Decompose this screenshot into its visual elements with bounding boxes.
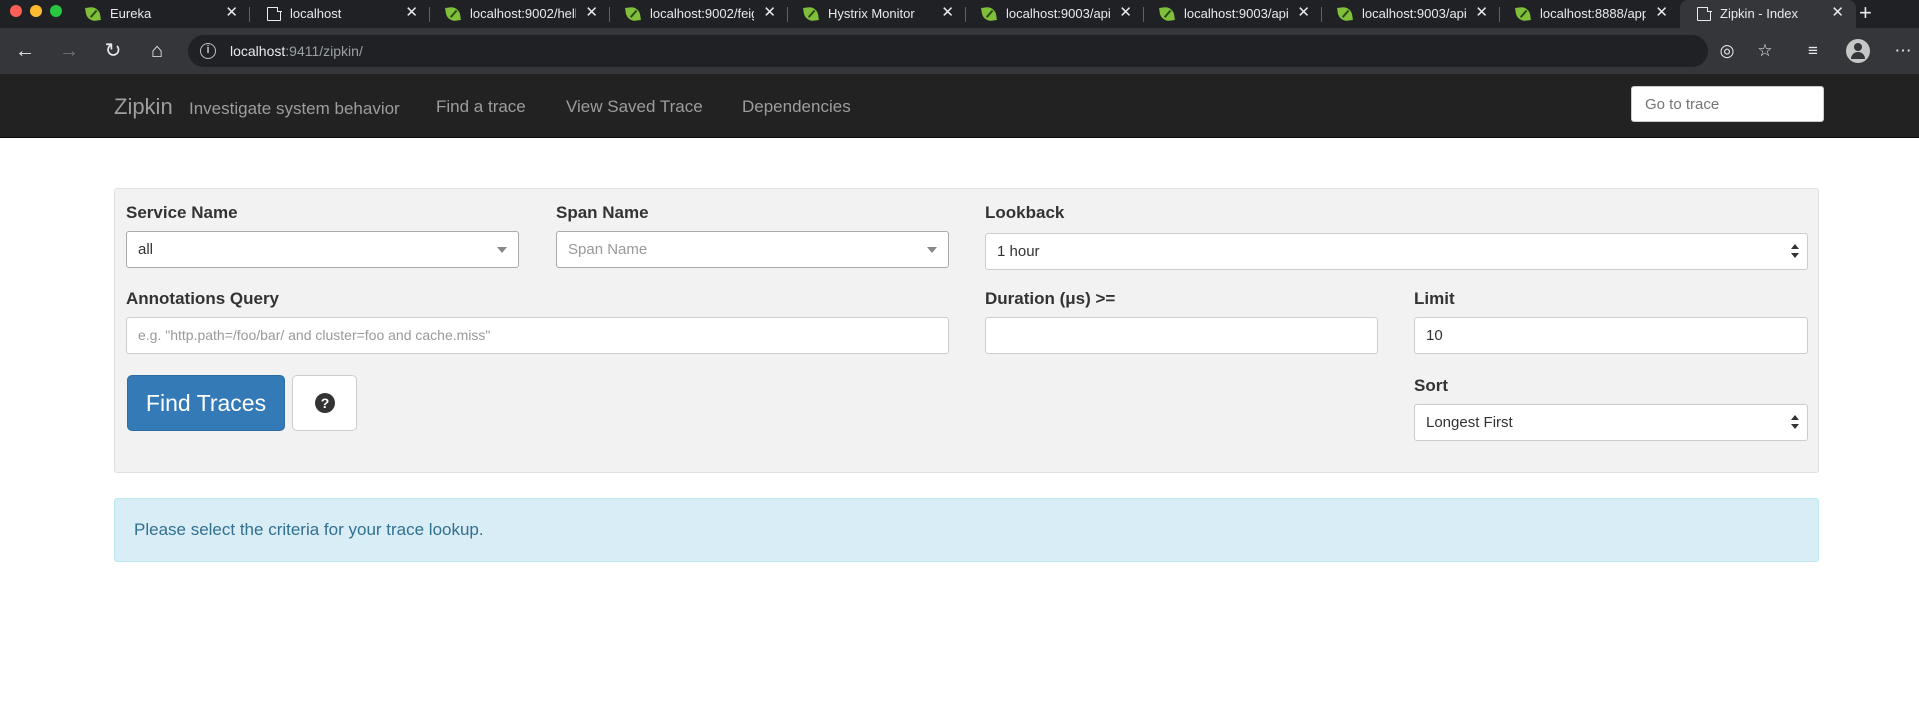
- window-close-button[interactable]: [10, 5, 22, 17]
- span-name-select[interactable]: Span Name: [556, 231, 949, 268]
- browser-tab[interactable]: localhost:9002/feign ✕: [610, 0, 788, 28]
- window-minimize-button[interactable]: [30, 5, 42, 17]
- chevron-down-icon: [497, 247, 507, 253]
- go-to-trace-input[interactable]: [1631, 86, 1824, 122]
- browser-tab[interactable]: Hystrix Monitor ✕: [788, 0, 966, 28]
- spring-leaf-icon: [445, 6, 461, 22]
- tab-title: Eureka: [110, 6, 152, 21]
- tab-close-icon[interactable]: ✕: [585, 4, 598, 22]
- tab-close-icon[interactable]: ✕: [1475, 4, 1488, 22]
- url-host: localhost: [230, 43, 286, 59]
- tab-close-icon[interactable]: ✕: [1297, 4, 1310, 22]
- browser-tab[interactable]: localhost:9003/api/ ✕: [966, 0, 1144, 28]
- tab-title: localhost:9002/feign: [650, 6, 754, 21]
- annotations-query-input[interactable]: e.g. "http.path=/foo/bar/ and cluster=fo…: [126, 317, 949, 354]
- browser-tab[interactable]: localhost:9002/hello ✕: [430, 0, 610, 28]
- address-bar[interactable]: i localhost:9411/zipkin/: [188, 35, 1708, 67]
- spring-leaf-icon: [85, 6, 101, 22]
- span-name-label: Span Name: [556, 203, 649, 222]
- tab-title: localhost:9003/api/: [1362, 6, 1466, 21]
- window-zoom-button[interactable]: [50, 5, 62, 17]
- select-arrows-icon: [1791, 415, 1799, 431]
- navbar-tagline: Investigate system behavior: [189, 99, 400, 118]
- tab-title: Hystrix Monitor: [828, 6, 915, 21]
- new-tab-plus-icon[interactable]: +: [1859, 1, 1872, 25]
- browser-tab[interactable]: localhost:9003/api/ ✕: [1144, 0, 1322, 28]
- info-alert: Please select the criteria for your trac…: [114, 498, 1819, 562]
- browser-tab[interactable]: localhost:9003/api/ ✕: [1322, 0, 1500, 28]
- tracking-prevention-icon[interactable]: ◎: [1714, 38, 1740, 64]
- forward-arrow-icon[interactable]: →: [56, 38, 82, 64]
- tab-close-icon[interactable]: ✕: [763, 4, 776, 22]
- span-name-placeholder: Span Name: [568, 241, 648, 258]
- tab-title: localhost:9003/api/: [1006, 6, 1110, 21]
- duration-label: Duration (μs) >=: [985, 289, 1116, 308]
- tab-close-icon[interactable]: ✕: [405, 4, 418, 22]
- sort-label: Sort: [1414, 376, 1448, 395]
- tab-close-icon[interactable]: ✕: [941, 4, 954, 22]
- back-arrow-icon[interactable]: ←: [12, 38, 38, 64]
- tab-close-icon[interactable]: ✕: [1119, 4, 1132, 22]
- sort-value: Longest First: [1426, 414, 1513, 431]
- document-icon: [267, 6, 282, 21]
- profile-avatar-icon[interactable]: [1846, 39, 1870, 63]
- duration-input[interactable]: [985, 317, 1378, 354]
- browser-toolbar: ← → ↻ ⌂ i localhost:9411/zipkin/ ◎ ☆ ≡ ⋯: [0, 28, 1919, 74]
- tab-title: localhost:9002/hello: [470, 6, 576, 21]
- tab-close-icon[interactable]: ✕: [1831, 4, 1844, 22]
- url-path: :9411/zipkin/: [285, 43, 363, 59]
- more-menu-icon[interactable]: ⋯: [1890, 38, 1916, 64]
- find-traces-button[interactable]: Find Traces: [127, 375, 285, 431]
- limit-value: 10: [1426, 327, 1443, 344]
- favorite-star-icon[interactable]: ☆: [1752, 38, 1778, 64]
- spring-leaf-icon: [1159, 6, 1175, 22]
- nav-view-saved-trace[interactable]: View Saved Trace: [566, 97, 703, 117]
- spring-leaf-icon: [803, 6, 819, 22]
- browser-tab[interactable]: localhost:8888/app ✕: [1500, 0, 1680, 28]
- select-arrows-icon: [1791, 244, 1799, 260]
- favorites-list-icon[interactable]: ≡: [1800, 38, 1826, 64]
- tab-close-icon[interactable]: ✕: [225, 4, 238, 22]
- chevron-down-icon: [927, 247, 937, 253]
- annotations-query-placeholder: e.g. "http.path=/foo/bar/ and cluster=fo…: [138, 327, 491, 343]
- tab-close-icon[interactable]: ✕: [1655, 4, 1668, 22]
- limit-input[interactable]: 10: [1414, 317, 1808, 354]
- nav-find-a-trace[interactable]: Find a trace: [436, 97, 526, 117]
- spring-leaf-icon: [1337, 6, 1353, 22]
- tab-title: localhost:9003/api/: [1184, 6, 1288, 21]
- site-info-icon[interactable]: i: [200, 43, 216, 59]
- tab-title: localhost:8888/app: [1540, 6, 1646, 21]
- limit-label: Limit: [1414, 289, 1455, 308]
- tab-title: Zipkin - Index: [1720, 6, 1799, 21]
- help-button[interactable]: ?: [292, 375, 357, 431]
- trace-search-panel: Service Name all Span Name Span Name Loo…: [114, 188, 1819, 473]
- service-name-select[interactable]: all: [126, 231, 519, 268]
- service-name-label: Service Name: [126, 203, 238, 222]
- lookback-label: Lookback: [985, 203, 1065, 222]
- service-name-value: all: [138, 241, 154, 258]
- browser-tab-strip: Eureka ✕ localhost ✕ localhost:9002/hell…: [0, 0, 1919, 28]
- spring-leaf-icon: [981, 6, 997, 22]
- spring-leaf-icon: [625, 6, 641, 22]
- nav-dependencies[interactable]: Dependencies: [742, 97, 851, 117]
- spring-leaf-icon: [1515, 6, 1531, 22]
- browser-tab-active[interactable]: Zipkin - Index ✕: [1680, 0, 1856, 28]
- zipkin-navbar: Zipkin Investigate system behavior Find …: [0, 74, 1919, 138]
- sort-select[interactable]: Longest First: [1414, 404, 1808, 441]
- address-url[interactable]: localhost:9411/zipkin/: [230, 43, 363, 59]
- lookback-value: 1 hour: [997, 243, 1040, 260]
- reload-icon[interactable]: ↻: [100, 38, 126, 64]
- browser-tab[interactable]: Eureka ✕: [70, 0, 250, 28]
- tab-title: localhost: [290, 6, 342, 21]
- lookback-select[interactable]: 1 hour: [985, 233, 1808, 270]
- brand-logo[interactable]: Zipkin: [114, 94, 173, 120]
- home-icon[interactable]: ⌂: [144, 38, 170, 64]
- annotations-query-label: Annotations Query: [126, 289, 280, 308]
- browser-tab[interactable]: localhost ✕: [250, 0, 430, 28]
- document-icon: [1697, 6, 1712, 21]
- question-circle-icon: ?: [315, 393, 335, 413]
